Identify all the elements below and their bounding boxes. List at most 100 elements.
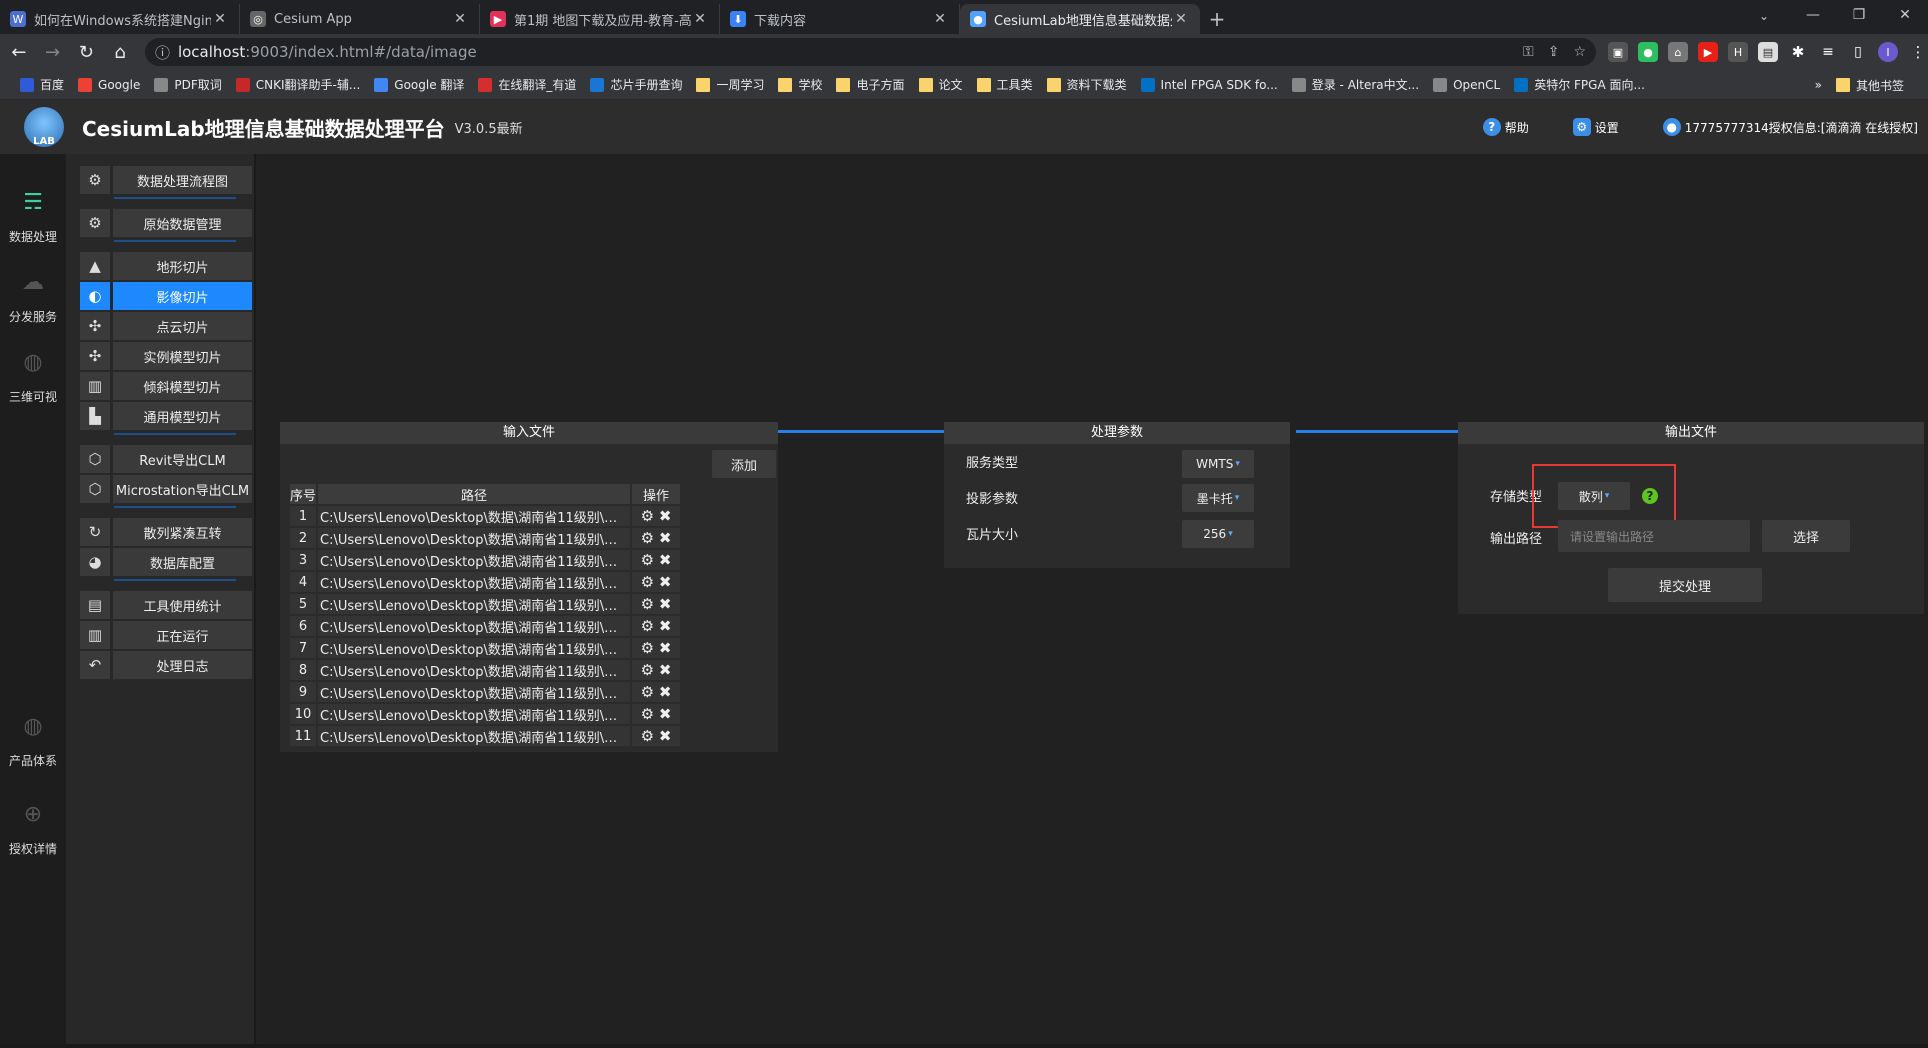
bookmark-item[interactable]: CNKI翻译助手-辅... bbox=[235, 76, 360, 93]
bookmark-item[interactable]: 百度 bbox=[20, 76, 64, 93]
delete-icon[interactable]: ✖ bbox=[659, 661, 672, 679]
new-tab-icon[interactable]: + bbox=[1200, 4, 1234, 34]
site-info-icon[interactable]: ⓘ bbox=[155, 42, 170, 63]
gear-icon[interactable]: ⚙ bbox=[641, 551, 654, 569]
menu-item[interactable]: ◕ 数据库配置 bbox=[80, 548, 252, 576]
menu-dots-icon[interactable]: ⋮ bbox=[1908, 42, 1928, 62]
profile-avatar-icon[interactable]: I bbox=[1878, 42, 1898, 62]
gear-icon[interactable]: ⚙ bbox=[641, 529, 654, 547]
menu-item[interactable]: ⬡ Revit导出CLM bbox=[80, 445, 252, 473]
close-tab-icon[interactable]: ✕ bbox=[1172, 11, 1190, 27]
gear-icon[interactable]: ⚙ bbox=[641, 683, 654, 701]
projection-select[interactable]: 墨卡托 ▾ bbox=[1182, 484, 1254, 512]
bookmark-item[interactable]: OpenCL bbox=[1433, 77, 1500, 92]
minimize-icon[interactable]: — bbox=[1790, 0, 1836, 30]
home-icon[interactable]: ⌂ bbox=[105, 37, 135, 67]
add-file-button[interactable]: 添加 bbox=[712, 450, 776, 478]
menu-item[interactable]: ⚙ 原始数据管理 bbox=[80, 209, 252, 237]
menu-item[interactable]: ✣ 实例模型切片 bbox=[80, 342, 252, 370]
delete-icon[interactable]: ✖ bbox=[659, 595, 672, 613]
youtube-icon[interactable]: ▶ bbox=[1698, 42, 1718, 62]
delete-icon[interactable]: ✖ bbox=[659, 573, 672, 591]
delete-icon[interactable]: ✖ bbox=[659, 551, 672, 569]
menu-item[interactable]: ▥ 倾斜模型切片 bbox=[80, 372, 252, 400]
menu-item[interactable]: ▤ 工具使用统计 bbox=[80, 591, 252, 619]
bookmark-item[interactable]: 一周学习 bbox=[696, 76, 764, 93]
help-button[interactable]: ? 帮助 bbox=[1482, 118, 1529, 136]
bookmark-item[interactable]: 资料下载类 bbox=[1046, 76, 1127, 93]
extension-icon[interactable]: ▤ bbox=[1758, 42, 1778, 62]
browser-tab[interactable]: ▶ 第1期 地图下载及应用-教育-高清 ✕ bbox=[480, 4, 720, 34]
settings-button[interactable]: ⚙ 设置 bbox=[1572, 118, 1619, 136]
delete-icon[interactable]: ✖ bbox=[659, 639, 672, 657]
rail-item-license[interactable]: ⊕ 授权详情 bbox=[0, 794, 66, 857]
bookmark-item[interactable]: 芯片手册查询 bbox=[590, 76, 682, 93]
extension-icon[interactable]: ⌂ bbox=[1668, 42, 1688, 62]
extension-icon[interactable]: H bbox=[1728, 42, 1748, 62]
bookmark-star-icon[interactable]: ☆ bbox=[1573, 44, 1586, 60]
tab-search-icon[interactable]: ⌄ bbox=[1750, 4, 1778, 28]
evernote-icon[interactable]: ● bbox=[1638, 42, 1658, 62]
rail-item-distribution[interactable]: ☁ 分发服务 bbox=[0, 262, 66, 325]
gear-icon[interactable]: ⚙ bbox=[641, 507, 654, 525]
menu-item[interactable]: ◐ 影像切片 bbox=[80, 282, 252, 310]
user-info[interactable]: ● 17775777314授权信息:[滴滴滴 在线授权] bbox=[1662, 118, 1918, 136]
rail-item-3d-view[interactable]: ◍ 三维可视 bbox=[0, 342, 66, 405]
gear-icon[interactable]: ⚙ bbox=[641, 639, 654, 657]
bookmark-item[interactable]: 论文 bbox=[918, 76, 963, 93]
gear-icon[interactable]: ⚙ bbox=[641, 595, 654, 613]
bookmark-item[interactable]: Google 翻译 bbox=[374, 76, 464, 93]
menu-item[interactable]: ⚙ 数据处理流程图 bbox=[80, 166, 252, 194]
bookmark-item[interactable]: 电子方面 bbox=[836, 76, 905, 93]
browser-tab[interactable]: ● CesiumLab地理信息基础数据处 ✕ bbox=[960, 4, 1200, 34]
delete-icon[interactable]: ✖ bbox=[659, 705, 672, 723]
forward-icon[interactable]: → bbox=[38, 37, 68, 67]
menu-item[interactable]: ↻ 散列紧凑互转 bbox=[80, 518, 252, 546]
delete-icon[interactable]: ✖ bbox=[659, 683, 672, 701]
restore-icon[interactable]: ❐ bbox=[1836, 0, 1882, 30]
rail-item-data-process[interactable]: ☴ 数据处理 bbox=[0, 182, 66, 245]
reading-list-icon[interactable]: ≡ bbox=[1818, 42, 1838, 62]
reload-icon[interactable]: ↻ bbox=[71, 37, 101, 67]
side-panel-icon[interactable]: ▯ bbox=[1848, 42, 1868, 62]
delete-icon[interactable]: ✖ bbox=[659, 727, 672, 745]
bookmark-item[interactable]: Intel FPGA SDK fo... bbox=[1140, 77, 1278, 92]
browser-tab[interactable]: ⬇ 下载内容 ✕ bbox=[720, 4, 960, 34]
bookmark-item[interactable]: 学校 bbox=[778, 76, 822, 93]
bookmark-item[interactable]: 工具类 bbox=[976, 76, 1033, 93]
key-icon[interactable]: ⚿ bbox=[1523, 44, 1534, 60]
close-tab-icon[interactable]: ✕ bbox=[451, 11, 469, 27]
close-window-icon[interactable]: ✕ bbox=[1882, 0, 1928, 30]
close-tab-icon[interactable]: ✕ bbox=[211, 11, 229, 27]
choose-path-button[interactable]: 选择 bbox=[1762, 520, 1850, 552]
other-bookmarks[interactable]: 其他书签 bbox=[1835, 77, 1904, 94]
bookmark-item[interactable]: Google bbox=[78, 77, 140, 92]
gear-icon[interactable]: ⚙ bbox=[641, 617, 654, 635]
delete-icon[interactable]: ✖ bbox=[659, 617, 672, 635]
menu-item[interactable]: ▥ 正在运行 bbox=[80, 621, 252, 649]
browser-tab[interactable]: W 如何在Windows系统搭建Nginx ✕ bbox=[0, 4, 240, 34]
menu-item[interactable]: ✣ 点云切片 bbox=[80, 312, 252, 340]
delete-icon[interactable]: ✖ bbox=[659, 529, 672, 547]
delete-icon[interactable]: ✖ bbox=[659, 507, 672, 525]
close-tab-icon[interactable]: ✕ bbox=[691, 11, 709, 27]
close-tab-icon[interactable]: ✕ bbox=[931, 11, 949, 27]
menu-item[interactable]: ▲ 地形切片 bbox=[80, 252, 252, 280]
gear-icon[interactable]: ⚙ bbox=[641, 727, 654, 745]
service-type-select[interactable]: WMTS ▾ bbox=[1182, 450, 1254, 478]
puzzle-icon[interactable]: ✱ bbox=[1788, 42, 1808, 62]
output-path-input[interactable]: 请设置输出路径 bbox=[1558, 520, 1750, 552]
rail-item-products[interactable]: ◍ 产品体系 bbox=[0, 706, 66, 769]
browser-tab[interactable]: ◎ Cesium App ✕ bbox=[240, 4, 480, 34]
back-icon[interactable]: ← bbox=[4, 37, 34, 67]
share-icon[interactable]: ⇪ bbox=[1548, 44, 1560, 60]
submit-button[interactable]: 提交处理 bbox=[1608, 568, 1762, 602]
bookmark-item[interactable]: 在线翻译_有道 bbox=[478, 76, 576, 93]
bookmark-item[interactable]: 英特尔 FPGA 面向... bbox=[1514, 76, 1645, 93]
menu-item[interactable]: ⬡ Microstation导出CLM bbox=[80, 475, 252, 503]
extension-icon[interactable]: ▣ bbox=[1608, 42, 1628, 62]
menu-item[interactable]: ↶ 处理日志 bbox=[80, 651, 252, 679]
bookmark-item[interactable]: PDF取词 bbox=[154, 76, 222, 93]
url-input[interactable]: ⓘ localhost:9003/index.html#/data/image … bbox=[144, 38, 1596, 66]
tile-size-select[interactable]: 256 ▾ bbox=[1182, 520, 1254, 548]
